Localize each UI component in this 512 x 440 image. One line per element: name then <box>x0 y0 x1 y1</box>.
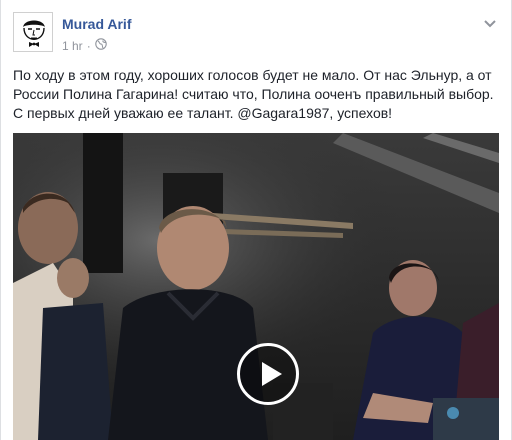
meta-separator: · <box>86 38 91 53</box>
chevron-down-icon[interactable] <box>483 16 497 28</box>
avatar-drawing <box>23 20 45 47</box>
author-name[interactable]: Murad Arif <box>62 16 131 32</box>
post-time[interactable]: 1 hr <box>62 39 83 53</box>
post-card: Murad Arif 1 hr · По ходу в этом году, х… <box>0 0 512 440</box>
avatar[interactable] <box>13 12 53 52</box>
play-icon[interactable] <box>237 343 299 405</box>
post-meta: 1 hr · <box>62 38 107 53</box>
globe-icon <box>94 38 107 53</box>
video-player[interactable] <box>13 133 499 440</box>
post-text: По ходу в этом году, хороших голосов буд… <box>13 67 494 121</box>
